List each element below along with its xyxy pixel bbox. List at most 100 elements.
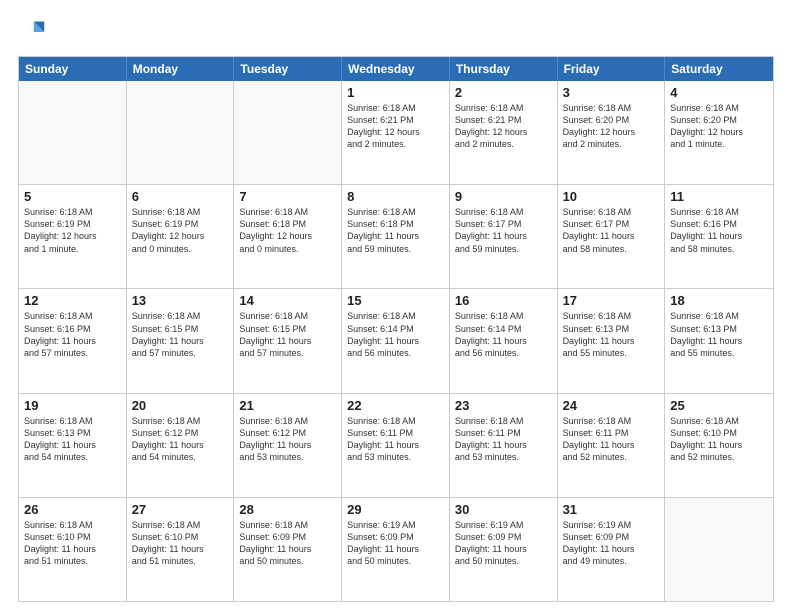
cell-info-line: Daylight: 11 hours — [24, 543, 121, 555]
cell-info-line: Sunrise: 6:18 AM — [24, 310, 121, 322]
calendar-cell: 30Sunrise: 6:19 AMSunset: 6:09 PMDayligh… — [450, 498, 558, 601]
cell-info-line: Daylight: 11 hours — [670, 439, 768, 451]
cell-info-line: Sunset: 6:15 PM — [132, 323, 229, 335]
day-number: 4 — [670, 85, 768, 100]
day-number: 28 — [239, 502, 336, 517]
cell-info-line: Sunrise: 6:18 AM — [24, 519, 121, 531]
calendar-row: 1Sunrise: 6:18 AMSunset: 6:21 PMDaylight… — [19, 81, 773, 185]
cell-info-line: and 54 minutes. — [132, 451, 229, 463]
calendar-cell: 21Sunrise: 6:18 AMSunset: 6:12 PMDayligh… — [234, 394, 342, 497]
calendar-body: 1Sunrise: 6:18 AMSunset: 6:21 PMDaylight… — [19, 81, 773, 601]
cell-info-line: Sunrise: 6:18 AM — [132, 415, 229, 427]
cell-info-line: and 52 minutes. — [670, 451, 768, 463]
cell-info-line: Sunset: 6:14 PM — [347, 323, 444, 335]
cell-info-line: Sunrise: 6:18 AM — [455, 310, 552, 322]
cell-info-line: Daylight: 11 hours — [347, 230, 444, 242]
day-number: 8 — [347, 189, 444, 204]
cell-info-line: Sunrise: 6:18 AM — [347, 310, 444, 322]
cell-info-line: Daylight: 11 hours — [24, 439, 121, 451]
calendar-cell: 14Sunrise: 6:18 AMSunset: 6:15 PMDayligh… — [234, 289, 342, 392]
cell-info-line: and 57 minutes. — [132, 347, 229, 359]
calendar-row: 26Sunrise: 6:18 AMSunset: 6:10 PMDayligh… — [19, 498, 773, 601]
day-number: 5 — [24, 189, 121, 204]
cell-info-line: Sunset: 6:13 PM — [563, 323, 660, 335]
calendar-cell: 28Sunrise: 6:18 AMSunset: 6:09 PMDayligh… — [234, 498, 342, 601]
cell-info-line: Daylight: 11 hours — [455, 543, 552, 555]
cell-info-line: and 1 minute. — [24, 243, 121, 255]
calendar-row: 19Sunrise: 6:18 AMSunset: 6:13 PMDayligh… — [19, 394, 773, 498]
calendar-cell: 6Sunrise: 6:18 AMSunset: 6:19 PMDaylight… — [127, 185, 235, 288]
day-number: 18 — [670, 293, 768, 308]
cell-info-line: Sunset: 6:09 PM — [347, 531, 444, 543]
cell-info-line: Daylight: 11 hours — [563, 543, 660, 555]
calendar-cell: 31Sunrise: 6:19 AMSunset: 6:09 PMDayligh… — [558, 498, 666, 601]
cell-info-line: Sunset: 6:15 PM — [239, 323, 336, 335]
calendar-cell: 26 Sunrise: 6:18 AMSunset: 6:10 PMDayligh… — [19, 498, 127, 601]
day-number: 10 — [563, 189, 660, 204]
calendar-cell: 13Sunrise: 6:18 AMSunset: 6:15 PMDayligh… — [127, 289, 235, 392]
calendar-cell — [127, 81, 235, 184]
weekday-header: Monday — [127, 57, 235, 81]
day-number: 20 — [132, 398, 229, 413]
cell-info-line: Sunset: 6:12 PM — [239, 427, 336, 439]
cell-info-line: Sunrise: 6:18 AM — [347, 102, 444, 114]
day-number: 3 — [563, 85, 660, 100]
cell-info-line: Sunset: 6:11 PM — [347, 427, 444, 439]
cell-info-line: Sunset: 6:10 PM — [24, 531, 121, 543]
calendar-cell: 11Sunrise: 6:18 AMSunset: 6:16 PMDayligh… — [665, 185, 773, 288]
day-number: 26 — [24, 502, 121, 517]
weekday-header: Saturday — [665, 57, 773, 81]
cell-info-line: Sunset: 6:09 PM — [455, 531, 552, 543]
calendar-cell: 12Sunrise: 6:18 AMSunset: 6:16 PMDayligh… — [19, 289, 127, 392]
day-number: 13 — [132, 293, 229, 308]
cell-info-line: Sunrise: 6:18 AM — [670, 310, 768, 322]
cell-info-line: Sunset: 6:19 PM — [132, 218, 229, 230]
cell-info-line: Daylight: 11 hours — [455, 230, 552, 242]
calendar-cell: 24Sunrise: 6:18 AMSunset: 6:11 PMDayligh… — [558, 394, 666, 497]
calendar-cell: 25Sunrise: 6:18 AMSunset: 6:10 PMDayligh… — [665, 394, 773, 497]
cell-info-line: Sunrise: 6:18 AM — [563, 206, 660, 218]
cell-info-line: Sunset: 6:21 PM — [455, 114, 552, 126]
day-number: 27 — [132, 502, 229, 517]
calendar-cell: 10Sunrise: 6:18 AMSunset: 6:17 PMDayligh… — [558, 185, 666, 288]
cell-info-line: Sunrise: 6:18 AM — [239, 310, 336, 322]
cell-info-line: Sunrise: 6:18 AM — [347, 206, 444, 218]
cell-info-line: and 56 minutes. — [347, 347, 444, 359]
cell-info-line: and 54 minutes. — [24, 451, 121, 463]
cell-info-line: Sunset: 6:09 PM — [239, 531, 336, 543]
cell-info-line: Daylight: 11 hours — [132, 543, 229, 555]
header — [18, 18, 774, 46]
calendar-cell: 17Sunrise: 6:18 AMSunset: 6:13 PMDayligh… — [558, 289, 666, 392]
calendar-cell — [665, 498, 773, 601]
cell-info-line: Sunrise: 6:18 AM — [563, 310, 660, 322]
cell-info-line: Daylight: 11 hours — [132, 335, 229, 347]
cell-info-line: and 51 minutes. — [132, 555, 229, 567]
day-number: 29 — [347, 502, 444, 517]
cell-info-line: Daylight: 11 hours — [347, 543, 444, 555]
day-number: 2 — [455, 85, 552, 100]
cell-info-line: and 58 minutes. — [670, 243, 768, 255]
day-number: 6 — [132, 189, 229, 204]
calendar-row: 12Sunrise: 6:18 AMSunset: 6:16 PMDayligh… — [19, 289, 773, 393]
calendar-cell — [19, 81, 127, 184]
calendar-cell: 7Sunrise: 6:18 AMSunset: 6:18 PMDaylight… — [234, 185, 342, 288]
cell-info-line: Daylight: 11 hours — [24, 335, 121, 347]
cell-info-line: Sunrise: 6:18 AM — [670, 102, 768, 114]
cell-info-line: Daylight: 11 hours — [670, 335, 768, 347]
calendar-cell: 2Sunrise: 6:18 AMSunset: 6:21 PMDaylight… — [450, 81, 558, 184]
cell-info-line: and 55 minutes. — [670, 347, 768, 359]
cell-info-line: Sunrise: 6:19 AM — [563, 519, 660, 531]
cell-info-line: Daylight: 12 hours — [132, 230, 229, 242]
day-number: 23 — [455, 398, 552, 413]
cell-info-line: and 53 minutes. — [239, 451, 336, 463]
cell-info-line: Sunrise: 6:18 AM — [24, 415, 121, 427]
calendar-cell: 8Sunrise: 6:18 AMSunset: 6:18 PMDaylight… — [342, 185, 450, 288]
logo — [18, 18, 50, 46]
day-number: 19 — [24, 398, 121, 413]
cell-info-line: Daylight: 11 hours — [239, 335, 336, 347]
cell-info-line: and 57 minutes. — [24, 347, 121, 359]
cell-info-line: and 58 minutes. — [563, 243, 660, 255]
cell-info-line: and 2 minutes. — [563, 138, 660, 150]
cell-info-line: Sunset: 6:17 PM — [563, 218, 660, 230]
day-number: 11 — [670, 189, 768, 204]
